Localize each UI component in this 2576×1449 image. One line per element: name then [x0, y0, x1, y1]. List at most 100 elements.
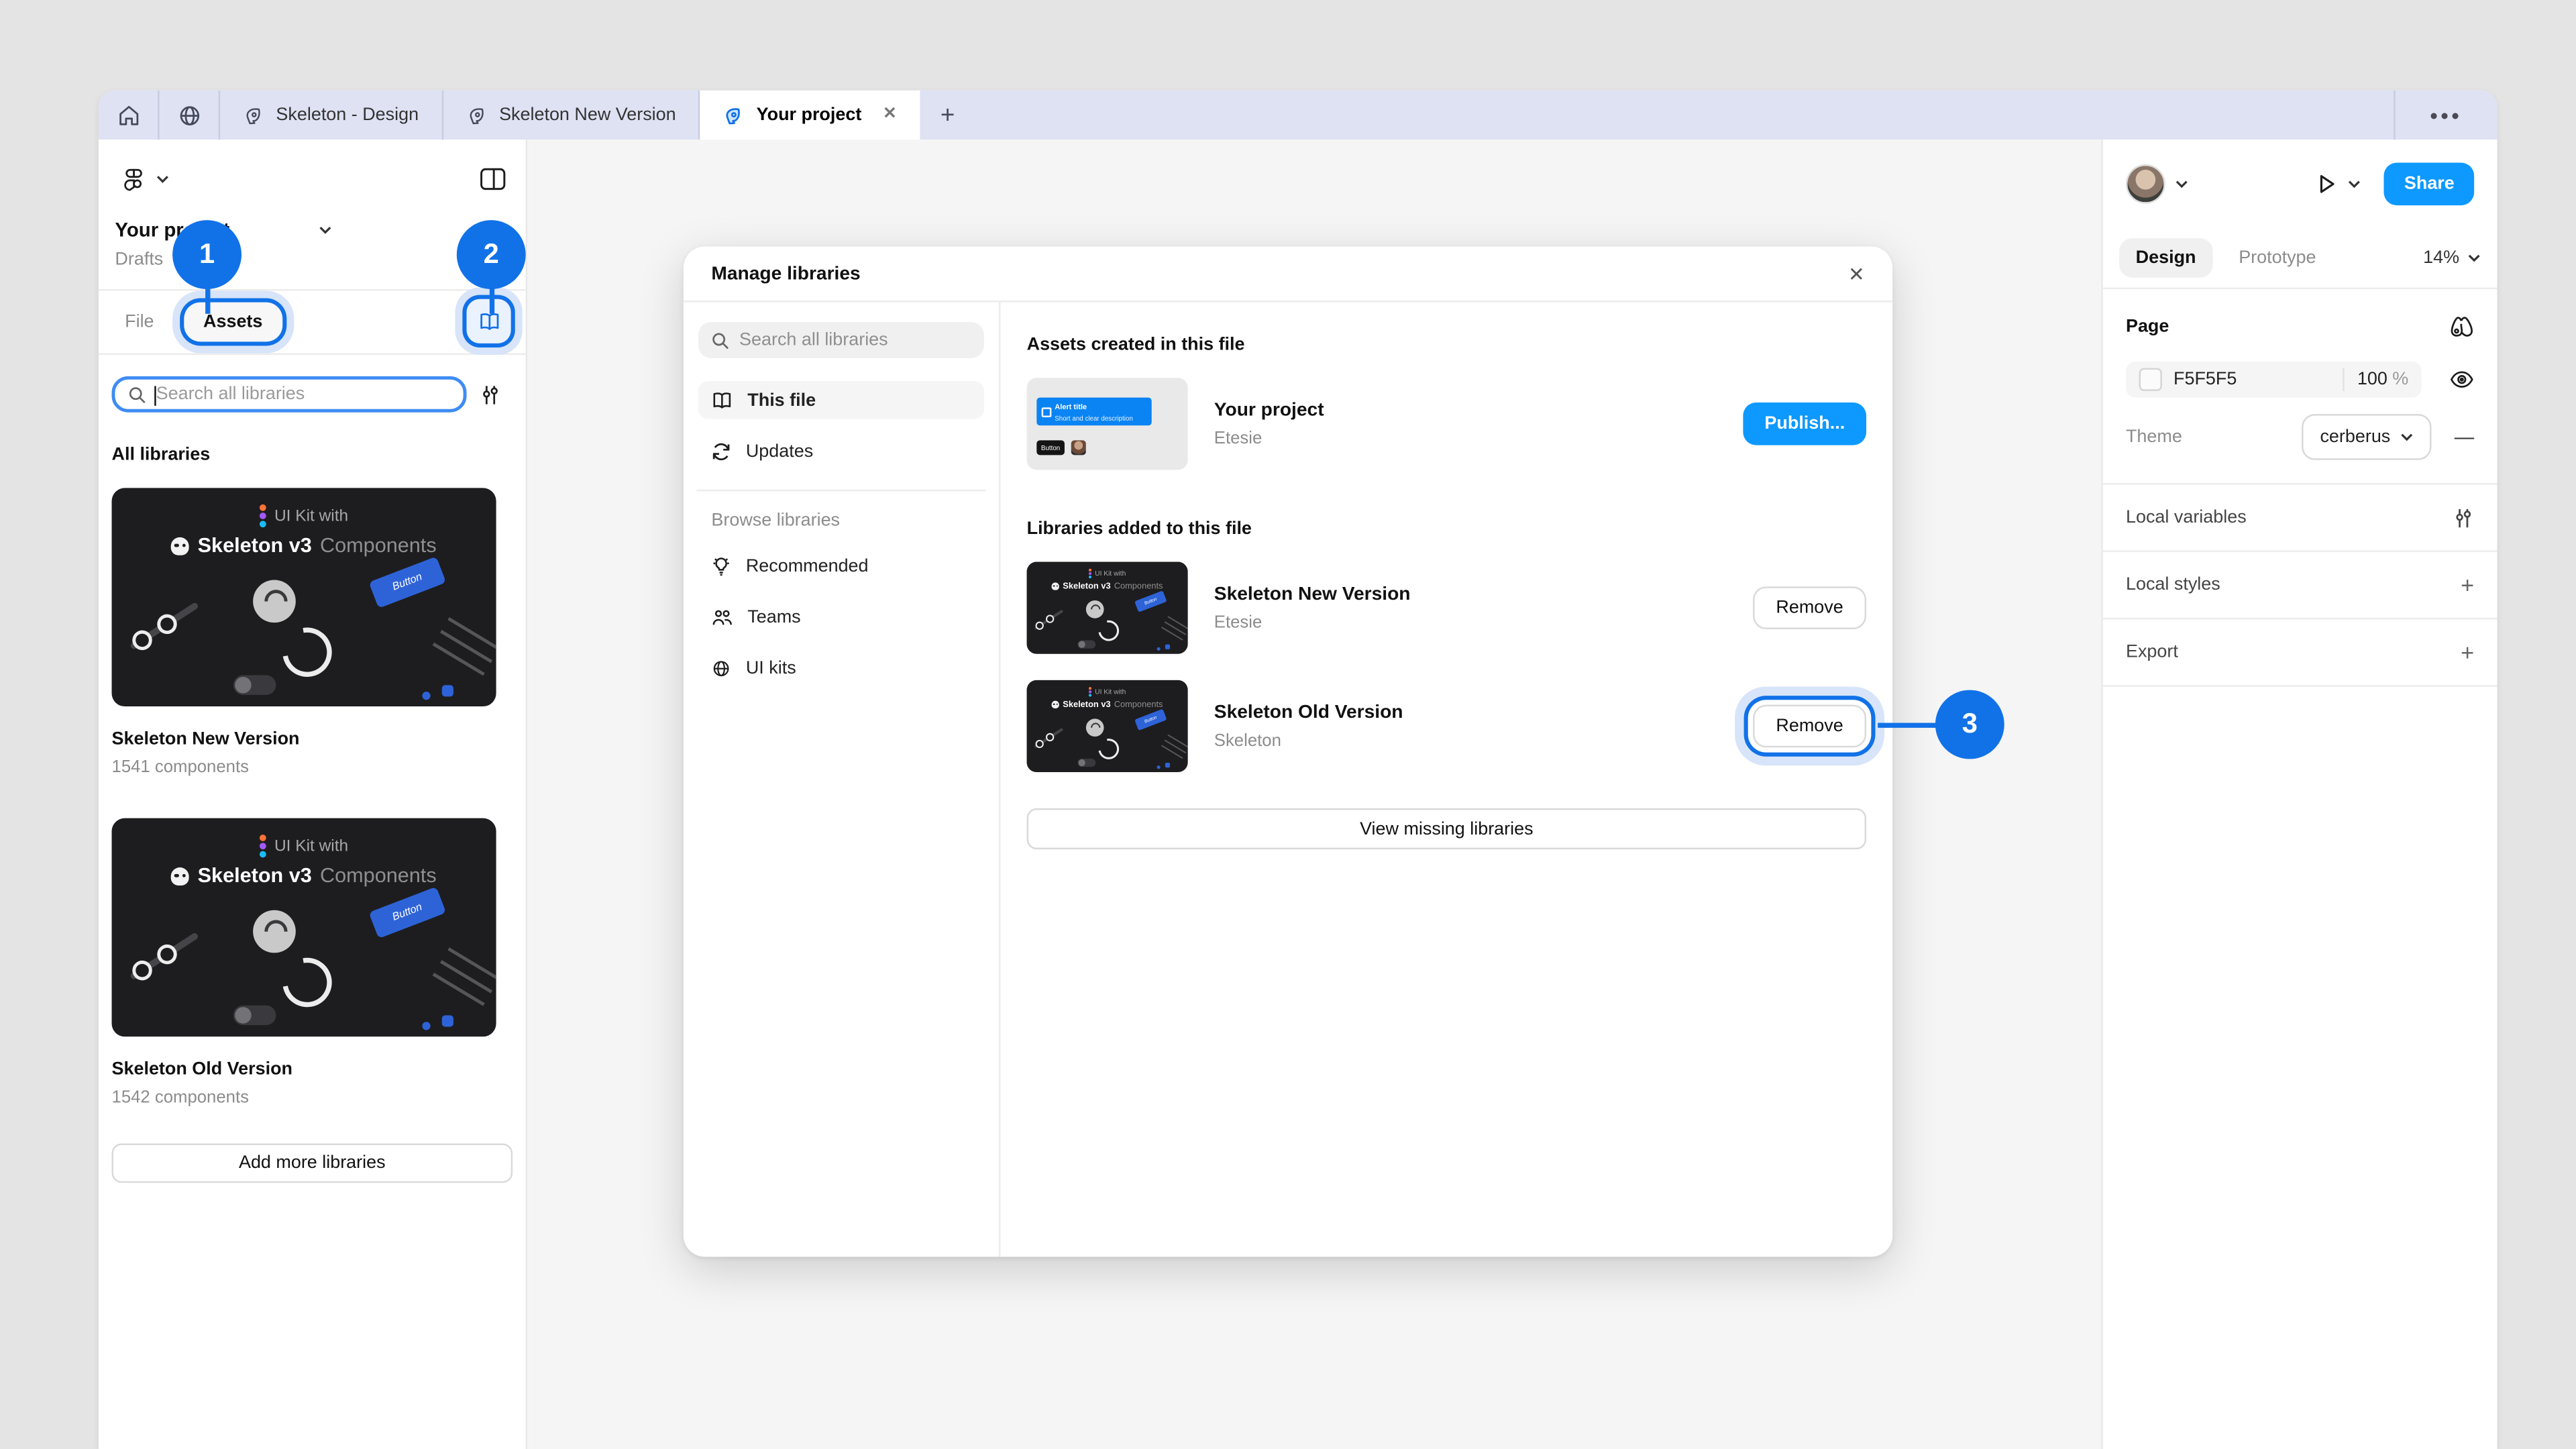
export-section[interactable]: Export + — [2103, 619, 2498, 686]
theme-dropdown[interactable]: cerberus — [2302, 414, 2432, 460]
add-export-plus-icon[interactable]: + — [2461, 639, 2474, 665]
canvas[interactable]: Manage libraries ✕ — [527, 140, 2101, 1449]
tab-label: Skeleton New Version — [499, 105, 676, 125]
tab-prototype[interactable]: Prototype — [2239, 248, 2316, 268]
modal-header: Manage libraries ✕ — [684, 246, 1892, 302]
thumb-title-muted: Components — [320, 864, 437, 887]
divider — [696, 490, 985, 491]
section-label: Local variables — [2126, 508, 2247, 527]
button-component-preview: Button — [1036, 440, 1065, 455]
row-title: Skeleton Old Version — [1214, 702, 1727, 722]
nav-teams[interactable]: Teams — [698, 598, 984, 635]
thumb-slider-component — [126, 596, 203, 656]
libraries-heading: Libraries added to this file — [1027, 519, 1866, 539]
nav-recommended[interactable]: Recommended — [698, 547, 984, 585]
remove-theme-minus-icon[interactable]: — — [2455, 425, 2474, 448]
tab-skeleton-new-version[interactable]: Skeleton New Version — [443, 91, 701, 140]
nav-updates[interactable]: Updates — [698, 432, 984, 470]
add-style-plus-icon[interactable]: + — [2461, 572, 2474, 598]
nav-ui-kits[interactable]: UI kits — [698, 649, 984, 686]
sidebar-search-row — [99, 355, 526, 413]
nav-label: Updates — [746, 441, 813, 461]
section-label: Local styles — [2126, 575, 2220, 594]
modal-left-nav: This file Updates Browse libraries — [684, 303, 1001, 1257]
user-avatar[interactable] — [2126, 164, 2165, 204]
visibility-eye-icon[interactable] — [2449, 370, 2474, 389]
chevron-down-icon[interactable] — [156, 174, 170, 184]
thumb-spinner-component — [273, 618, 341, 686]
modal-search-input[interactable] — [739, 330, 973, 350]
filter-sliders-icon[interactable] — [480, 384, 501, 405]
publish-button[interactable]: Publish... — [1743, 402, 1866, 445]
window-menu-button[interactable]: ••• — [2394, 91, 2497, 140]
page-label: Page — [2126, 317, 2169, 337]
figma-logo-icon[interactable] — [121, 167, 146, 192]
library-row-old-version: UI Kit with Skeleton v3Components Button… — [1027, 680, 1866, 772]
color-swatch[interactable] — [2139, 368, 2162, 391]
view-missing-libraries-button[interactable]: View missing libraries — [1027, 808, 1866, 849]
alert-icon — [1042, 407, 1052, 417]
figma-mini-logo — [260, 504, 266, 527]
nav-this-file[interactable]: This file — [698, 381, 984, 419]
share-button[interactable]: Share — [2385, 162, 2475, 205]
close-icon[interactable]: ✕ — [1848, 262, 1865, 285]
library-card-new-version[interactable]: UI Kit with Skeleton v3Components Button… — [99, 465, 526, 777]
thumb-toggle-component — [233, 1006, 276, 1025]
home-button[interactable] — [99, 91, 160, 140]
chevron-down-icon[interactable] — [2349, 179, 2362, 189]
theme-label: Theme — [2126, 427, 2302, 447]
search-input[interactable] — [156, 384, 450, 404]
nav-label: Recommended — [746, 556, 869, 576]
present-play-icon[interactable] — [2316, 172, 2339, 195]
library-row-new-version: UI Kit with Skeleton v3Components Button… — [1027, 562, 1866, 654]
sidebar-header — [99, 140, 526, 219]
row-subtitle: Skeleton — [1214, 731, 1727, 750]
right-inspector: Share Design Prototype 14% Page — [2101, 140, 2497, 1449]
row-subtitle: Etesie — [1214, 612, 1727, 631]
add-more-libraries-button[interactable]: Add more libraries — [112, 1143, 513, 1183]
thumb-accordion-component — [427, 617, 496, 686]
remove-button-highlighted[interactable]: Remove — [1753, 705, 1866, 748]
search-icon — [711, 331, 729, 349]
tab-file[interactable]: File — [125, 312, 154, 331]
thumb-checkbox-component — [442, 685, 453, 696]
panel-toggle-icon[interactable] — [480, 168, 506, 191]
theme-row: Theme cerberus — — [2126, 414, 2474, 460]
modal-title: Manage libraries — [711, 264, 1848, 283]
library-card-old-version[interactable]: UI Kit with Skeleton v3Components Button… — [99, 777, 526, 1107]
thumb-button-component: Button — [369, 887, 447, 938]
new-tab-button[interactable]: + — [920, 91, 975, 140]
tab-skeleton-design[interactable]: Skeleton - Design — [220, 91, 443, 140]
chevron-down-icon — [2400, 432, 2414, 442]
chevron-down-icon[interactable] — [2175, 179, 2188, 189]
community-button[interactable] — [160, 91, 221, 140]
avatar-component-preview — [1071, 440, 1086, 455]
assets-heading: Assets created in this file — [1027, 335, 1866, 355]
thumb-avatar-component — [253, 580, 296, 623]
page-section: Page F5F5F5 100 % — [2103, 289, 2498, 484]
tab-your-project[interactable]: Your project ✕ — [700, 91, 920, 140]
styles-icon[interactable] — [2449, 315, 2474, 338]
tab-design[interactable]: Design — [2119, 238, 2212, 278]
modal-search[interactable] — [698, 322, 984, 358]
opacity-value[interactable]: 100 — [2357, 370, 2387, 389]
zoom-control[interactable]: 14% — [2423, 248, 2481, 268]
local-styles-section[interactable]: Local styles + — [2103, 552, 2498, 619]
app-window: Skeleton - Design Skeleton New Version Y… — [99, 91, 2498, 1449]
local-variables-section[interactable]: Local variables — [2103, 484, 2498, 551]
library-book-button[interactable] — [467, 299, 511, 343]
lightbulb-icon — [711, 555, 731, 577]
tab-close-icon[interactable]: ✕ — [883, 107, 897, 123]
remove-button[interactable]: Remove — [1753, 586, 1866, 629]
inspector-top-row: Share — [2103, 140, 2498, 228]
people-icon — [711, 607, 733, 627]
manage-libraries-modal: Manage libraries ✕ — [684, 246, 1892, 1256]
figma-mini-logo — [260, 835, 266, 857]
chevron-down-icon[interactable] — [319, 225, 332, 235]
sidebar-search[interactable] — [112, 376, 467, 413]
nav-label: This file — [747, 390, 816, 410]
page-color-field[interactable]: F5F5F5 100 % — [2126, 362, 2422, 398]
color-hex[interactable]: F5F5F5 — [2174, 370, 2329, 389]
tab-assets[interactable]: Assets — [184, 303, 282, 342]
skull-icon — [171, 537, 189, 555]
